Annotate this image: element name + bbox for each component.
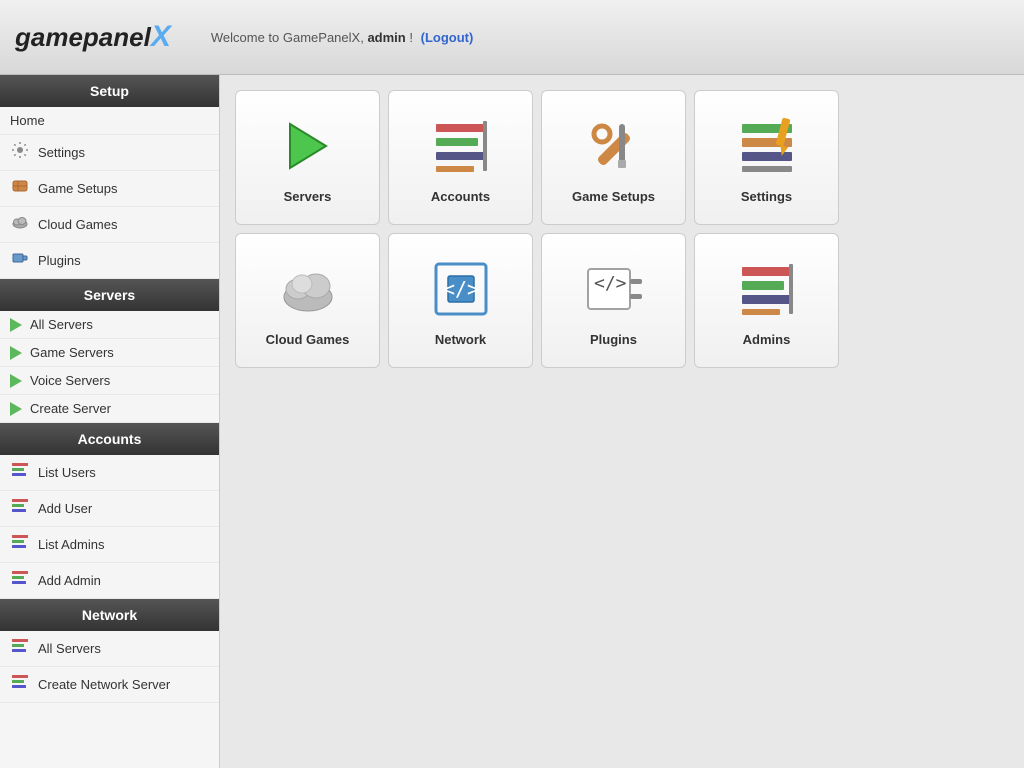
cloud-games-label: Cloud Games: [38, 217, 117, 232]
servers-tile-icon: [273, 111, 343, 181]
network-all-servers-icon: [10, 637, 30, 660]
create-server-label: Create Server: [30, 401, 111, 416]
settings-icon: [10, 141, 30, 164]
sidebar-item-voice-servers[interactable]: Voice Servers: [0, 367, 219, 395]
all-servers-label: All Servers: [30, 317, 93, 332]
plugins-tile-icon: </>: [579, 254, 649, 324]
game-setups-tile-label: Game Setups: [572, 189, 655, 204]
sidebar-item-cloud-games[interactable]: Cloud Games: [0, 207, 219, 243]
network-tile-icon: </>: [426, 254, 496, 324]
plugins-label: Plugins: [38, 253, 81, 268]
list-users-icon: [10, 461, 30, 484]
welcome-message: Welcome to GamePanelX, admin ! (Logout): [211, 30, 473, 45]
play-icon-all-servers: [10, 318, 22, 332]
game-setups-label: Game Setups: [38, 181, 118, 196]
sidebar-item-create-network-server[interactable]: Create Network Server: [0, 667, 219, 703]
sidebar-item-add-admin[interactable]: Add Admin: [0, 563, 219, 599]
list-admins-label: List Admins: [38, 537, 104, 552]
accounts-tile-icon: [426, 111, 496, 181]
settings-label: Settings: [38, 145, 85, 160]
game-setups-icon: [10, 177, 30, 200]
sidebar: Setup Home Settings Game Setups Cloud Ga…: [0, 75, 220, 768]
network-all-servers-label: All Servers: [38, 641, 101, 656]
admins-tile-icon: [732, 254, 802, 324]
logout-link[interactable]: (Logout): [421, 30, 474, 45]
logo-game: game: [15, 22, 83, 52]
welcome-prefix: Welcome to GamePanelX,: [211, 30, 364, 45]
settings-tile-label: Settings: [741, 189, 792, 204]
logo: gamepanelX: [15, 20, 171, 54]
create-network-server-label: Create Network Server: [38, 677, 170, 692]
sidebar-servers-header: Servers: [0, 279, 219, 311]
sidebar-accounts-header: Accounts: [0, 423, 219, 455]
plugins-tile-label: Plugins: [590, 332, 637, 347]
cloud-games-tile-icon: [273, 254, 343, 324]
accounts-tile-label: Accounts: [431, 189, 490, 204]
add-admin-label: Add Admin: [38, 573, 101, 588]
sidebar-item-list-admins[interactable]: List Admins: [0, 527, 219, 563]
add-user-label: Add User: [38, 501, 92, 516]
sidebar-item-network-all-servers[interactable]: All Servers: [0, 631, 219, 667]
play-icon-create-server: [10, 402, 22, 416]
sidebar-setup-header: Setup: [0, 75, 219, 107]
voice-servers-label: Voice Servers: [30, 373, 110, 388]
play-icon-voice-servers: [10, 374, 22, 388]
tiles-grid: Servers Accounts: [235, 90, 1009, 368]
sidebar-item-create-server[interactable]: Create Server: [0, 395, 219, 423]
cloud-games-icon: [10, 213, 30, 236]
list-users-label: List Users: [38, 465, 96, 480]
svg-text:</>: </>: [594, 273, 627, 294]
tile-servers[interactable]: Servers: [235, 90, 380, 225]
sidebar-item-home[interactable]: Home: [0, 107, 219, 135]
svg-text:</>: </>: [442, 277, 478, 301]
tile-admins[interactable]: Admins: [694, 233, 839, 368]
add-admin-icon: [10, 569, 30, 592]
sidebar-item-plugins[interactable]: Plugins: [0, 243, 219, 279]
content-area: Servers Accounts: [220, 75, 1024, 768]
game-servers-label: Game Servers: [30, 345, 114, 360]
tile-plugins[interactable]: </> Plugins: [541, 233, 686, 368]
sidebar-item-settings[interactable]: Settings: [0, 135, 219, 171]
welcome-suffix: !: [409, 30, 413, 45]
tile-accounts[interactable]: Accounts: [388, 90, 533, 225]
tile-game-setups[interactable]: Game Setups: [541, 90, 686, 225]
list-admins-icon: [10, 533, 30, 556]
add-user-icon: [10, 497, 30, 520]
game-setups-tile-icon: [579, 111, 649, 181]
logo-x: X: [151, 20, 171, 53]
admins-tile-label: Admins: [743, 332, 791, 347]
tile-cloud-games[interactable]: Cloud Games: [235, 233, 380, 368]
sidebar-item-game-servers[interactable]: Game Servers: [0, 339, 219, 367]
home-label: Home: [10, 113, 45, 128]
sidebar-network-header: Network: [0, 599, 219, 631]
admin-name: admin: [367, 30, 405, 45]
sidebar-item-add-user[interactable]: Add User: [0, 491, 219, 527]
header: gamepanelX Welcome to GamePanelX, admin …: [0, 0, 1024, 75]
servers-tile-label: Servers: [284, 189, 332, 204]
play-icon-game-servers: [10, 346, 22, 360]
tile-network[interactable]: </> Network: [388, 233, 533, 368]
sidebar-item-all-servers[interactable]: All Servers: [0, 311, 219, 339]
logo-panel: panel: [83, 22, 151, 52]
network-tile-label: Network: [435, 332, 486, 347]
main-layout: Setup Home Settings Game Setups Cloud Ga…: [0, 75, 1024, 768]
sidebar-item-game-setups[interactable]: Game Setups: [0, 171, 219, 207]
sidebar-item-list-users[interactable]: List Users: [0, 455, 219, 491]
create-network-server-icon: [10, 673, 30, 696]
logo-text: gamepanelX: [15, 20, 171, 54]
plugins-icon: [10, 249, 30, 272]
cloud-games-tile-label: Cloud Games: [266, 332, 350, 347]
tile-settings[interactable]: Settings: [694, 90, 839, 225]
settings-tile-icon: [732, 111, 802, 181]
